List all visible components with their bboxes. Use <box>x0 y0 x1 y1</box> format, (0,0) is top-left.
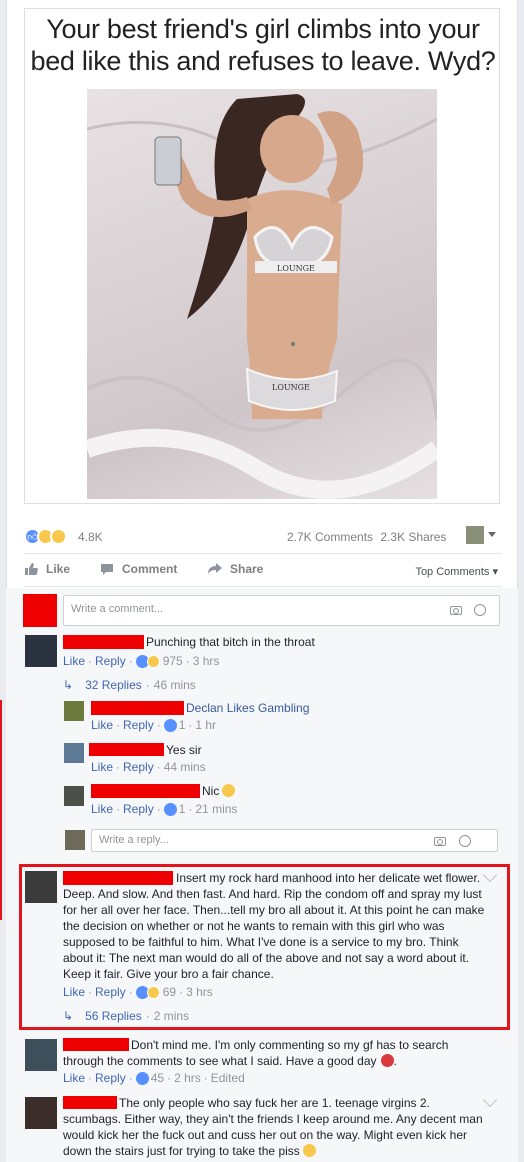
like-button[interactable]: Like <box>24 562 70 576</box>
redacted-avatar <box>23 594 57 627</box>
comment-reply-link[interactable]: Reply <box>95 654 126 668</box>
comment-meta: Like · Reply · 975 · 3 hrs <box>63 654 220 668</box>
avatar[interactable] <box>64 786 84 806</box>
like-reaction-icon <box>163 718 177 732</box>
reply-reply-link[interactable]: Reply <box>123 718 154 732</box>
avatar[interactable] <box>25 1039 57 1071</box>
comment-reaction-count[interactable]: 69 <box>163 985 176 999</box>
avatar <box>65 830 85 850</box>
comment-time[interactable]: 2 hrs <box>174 1071 201 1085</box>
meme-photo-illustration: LOUNGE LOUNGE <box>87 94 437 499</box>
comment-like-link[interactable]: Like <box>63 985 85 999</box>
avatar[interactable] <box>64 701 84 721</box>
view-replies-link[interactable]: ↳ 56 Replies · 2 mins <box>63 1009 189 1023</box>
top-comments-sort[interactable]: Top Comments ▾ <box>415 565 498 578</box>
reply-time[interactable]: 44 mins <box>164 760 206 774</box>
comment-input-placeholder: Write a comment... <box>71 603 164 615</box>
avatar[interactable] <box>25 635 57 667</box>
comment-label: Comment <box>122 562 178 576</box>
wow-reaction-icon <box>50 528 67 545</box>
reply-author: Declan Likes Gambling <box>186 701 310 715</box>
reply-meta: Like · Reply · 1 · 1 hr <box>91 718 217 732</box>
emoji-icon[interactable] <box>459 835 471 847</box>
reply-reaction-count[interactable]: 1 <box>179 802 186 816</box>
redacted-name <box>63 635 144 649</box>
comment-reaction-count[interactable]: 45 <box>151 1071 164 1085</box>
reply-like-link[interactable]: Like <box>91 760 113 774</box>
view-replies-link[interactable]: ↳ 32 Replies · 46 mins <box>63 678 196 692</box>
avatar[interactable] <box>25 871 57 903</box>
comment-time[interactable]: 3 hrs <box>193 654 220 668</box>
meme-photo: LOUNGE LOUNGE <box>87 89 437 499</box>
like-label: Like <box>46 562 71 576</box>
camera-icon[interactable] <box>434 837 446 846</box>
comment-time[interactable]: 3 hrs <box>186 985 213 999</box>
comment-reply-link[interactable]: Reply <box>95 985 126 999</box>
reaction-icons: 👍︎ <box>24 528 67 545</box>
chevron-down-icon[interactable] <box>488 532 496 537</box>
comment-text: The only people who say fuck her are 1. … <box>63 1096 483 1158</box>
edited-label[interactable]: Edited <box>211 1071 245 1085</box>
reply-text: Nic <box>202 783 236 799</box>
reply-reply-link[interactable]: Reply <box>123 802 154 816</box>
comment-text: Punching that bitch in the throat <box>146 635 315 649</box>
divider <box>24 586 502 587</box>
page-avatar[interactable] <box>466 526 484 544</box>
haha-reaction-icon <box>146 985 160 999</box>
share-button[interactable]: Share <box>208 562 263 576</box>
reply-arrow-icon: ↳ <box>63 678 74 692</box>
haha-reaction-icon <box>146 654 160 668</box>
thread-rail <box>0 700 2 920</box>
comment-text: Insert my rock hard manhood into her del… <box>63 871 485 981</box>
post-stats: 2.7K Comments 2.3K Shares <box>287 530 450 544</box>
reaction-summary[interactable]: 👍︎ 4.8K 2.7K Comments 2.3K Shares <box>24 526 504 548</box>
emoji-icon[interactable] <box>474 604 486 616</box>
comments-count[interactable]: 2.7K Comments <box>287 530 373 544</box>
reply-like-link[interactable]: Like <box>91 802 113 816</box>
post-image[interactable]: Your best friend's girl climbs into your… <box>24 8 500 504</box>
reply-like-link[interactable]: Like <box>91 718 113 732</box>
devil-emoji-icon <box>380 1054 394 1067</box>
comment-button[interactable]: Comment <box>100 562 177 576</box>
reply-input-placeholder: Write a reply... <box>99 834 169 846</box>
reply-text: Yes sir <box>166 743 202 757</box>
divider <box>24 553 502 554</box>
redacted-name <box>91 701 184 715</box>
reply-reaction-count[interactable]: 1 <box>179 718 186 732</box>
underwear-band-text: LOUNGE <box>272 383 310 392</box>
meme-caption: Your best friend's girl climbs into your… <box>30 14 496 76</box>
comment-like-link[interactable]: Like <box>63 654 85 668</box>
reply-meta: Like · Reply · 1 · 21 mins <box>91 802 238 816</box>
avatar[interactable] <box>64 743 84 763</box>
comment-like-link[interactable]: Like <box>63 1071 85 1085</box>
share-icon <box>208 563 222 574</box>
comment-icon <box>101 564 113 575</box>
comment-meta: Like · Reply · 45 · 2 hrs · Edited <box>63 1071 245 1085</box>
comment-meta: Like · Reply · 69 · 3 hrs <box>63 985 213 999</box>
comment-input[interactable]: Write a comment... <box>63 595 500 626</box>
reply-arrow-icon: ↳ <box>63 1009 74 1023</box>
reply-time[interactable]: 1 hr <box>195 718 216 732</box>
reply-reply-link[interactable]: Reply <box>123 760 154 774</box>
share-label: Share <box>230 562 264 576</box>
reply-input[interactable]: Write a reply... <box>91 829 498 852</box>
redacted-name <box>91 784 200 798</box>
reply-meta: Like · Reply · 44 mins <box>91 760 206 774</box>
redacted-name <box>89 743 164 756</box>
comment-reaction-count[interactable]: 975 <box>163 654 183 668</box>
laughing-emoji-icon <box>302 1144 316 1157</box>
like-reaction-icon <box>135 1071 149 1085</box>
shares-count[interactable]: 2.3K Shares <box>380 530 446 544</box>
like-reaction-icon <box>163 802 177 816</box>
camera-icon[interactable] <box>450 606 462 615</box>
laughing-emoji-icon <box>222 784 236 797</box>
bra-band-text: LOUNGE <box>277 264 315 273</box>
comment-reply-link[interactable]: Reply <box>95 1071 126 1085</box>
avatar[interactable] <box>25 1097 57 1129</box>
post-actions: Like Comment Share Top Comments ▾ <box>24 560 502 582</box>
reaction-count[interactable]: 4.8K <box>78 530 103 544</box>
thumbs-up-icon <box>25 563 38 575</box>
comment-text: Don't mind me. I'm only commenting so my… <box>63 1038 449 1068</box>
reply-time[interactable]: 21 mins <box>195 802 237 816</box>
